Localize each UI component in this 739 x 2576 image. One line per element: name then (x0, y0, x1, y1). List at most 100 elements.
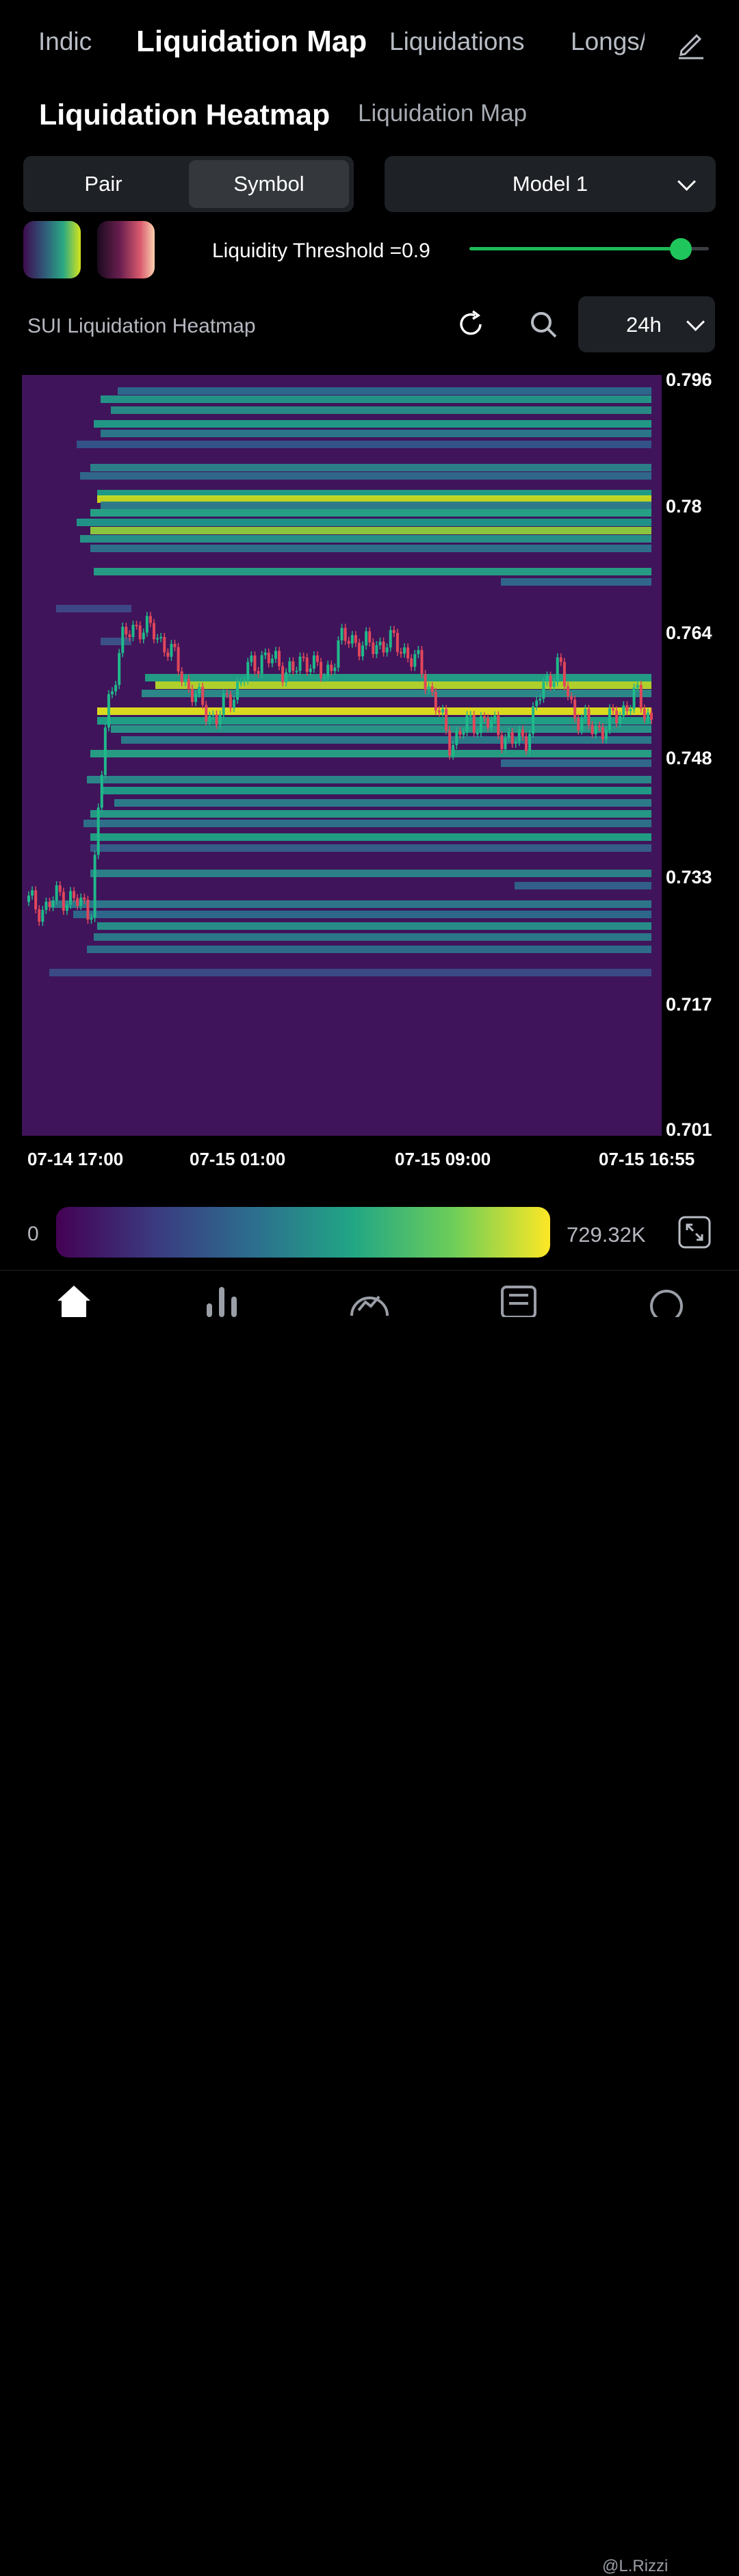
candle-body (201, 686, 205, 705)
candle-body (190, 688, 194, 703)
news-icon[interactable] (498, 1283, 539, 1317)
candle-body (90, 918, 93, 920)
bar-chart-icon[interactable] (201, 1283, 242, 1317)
candle-body (472, 715, 476, 733)
heatmap-band (77, 441, 651, 448)
candle-body (96, 807, 100, 855)
candle-body (427, 686, 430, 690)
candle-body (476, 733, 479, 735)
tab-longs-shorts[interactable]: Longs/ (571, 27, 645, 56)
refresh-icon[interactable] (454, 308, 487, 341)
candle-body (31, 890, 34, 896)
candle-body (243, 680, 246, 682)
candle-body (302, 656, 305, 658)
candle-body (556, 657, 559, 683)
candle-body (392, 629, 396, 633)
candle-body (549, 675, 552, 687)
candle-body (528, 733, 532, 751)
threshold-slider-handle[interactable] (670, 238, 692, 260)
heatmap-band (90, 750, 651, 757)
candle-body (86, 900, 90, 920)
candle-body (239, 681, 243, 684)
expand-icon[interactable] (677, 1215, 712, 1249)
candle-body (413, 654, 417, 667)
candle-body (257, 671, 260, 674)
candle-body (333, 667, 337, 671)
candle-body (497, 715, 500, 736)
palette-viridis-swatch[interactable] (23, 221, 81, 278)
liquidation-heatmap-chart[interactable] (22, 375, 662, 1136)
heatmap-band (97, 707, 651, 715)
candle-body (597, 725, 601, 727)
home-icon[interactable] (53, 1283, 94, 1317)
heatmap-band (90, 527, 651, 534)
candle-body (337, 640, 340, 668)
subtab-liquidation-map[interactable]: Liquidation Map (358, 100, 527, 127)
heatmap-band (101, 502, 651, 509)
candle-body (410, 658, 413, 667)
candle-body (434, 692, 437, 711)
tab-liquidations[interactable]: Liquidations (389, 27, 524, 56)
candle-body (58, 885, 62, 892)
candle-body (424, 674, 427, 690)
candle-body (65, 905, 68, 911)
candle-body (295, 671, 298, 673)
search-icon[interactable] (528, 309, 558, 339)
y-tick-label: 0.748 (666, 748, 712, 768)
profile-icon[interactable] (646, 1283, 687, 1317)
candle-body (479, 716, 482, 733)
candle-body (343, 627, 347, 641)
edit-icon[interactable] (675, 27, 708, 60)
candle-body (417, 650, 420, 655)
subtab-liquidation-heatmap[interactable]: Liquidation Heatmap (39, 99, 330, 132)
heatmap-band (114, 799, 651, 807)
candle-body (118, 653, 121, 686)
trend-icon[interactable] (349, 1283, 390, 1317)
candle-body (142, 632, 145, 640)
candle-body (604, 729, 608, 740)
heatmap-band (77, 519, 651, 526)
candle-body (211, 714, 215, 716)
candle-body (135, 625, 138, 627)
tab-liquidation-map[interactable]: Liquidation Map (136, 25, 367, 59)
chevron-down-icon (686, 313, 705, 331)
candle-body (253, 655, 257, 671)
candle-body (487, 718, 490, 728)
candle-body (278, 651, 281, 666)
heatmap-band (101, 787, 651, 794)
candle-body (368, 631, 372, 642)
pair-button[interactable]: Pair (27, 160, 179, 208)
palette-magma-swatch[interactable] (97, 221, 155, 278)
candle-body (76, 898, 79, 906)
candle-body (315, 655, 319, 662)
candle-body (288, 661, 291, 673)
model-select-value: Model 1 (512, 172, 588, 196)
candle-body (594, 725, 597, 734)
heatmap-band (101, 430, 651, 437)
candle-body (545, 675, 549, 682)
candle-body (639, 685, 643, 709)
y-tick-label: 0.717 (666, 994, 712, 1015)
heatmap-band (101, 638, 131, 645)
candle-body (375, 645, 378, 654)
time-range-select[interactable]: 24h (578, 296, 715, 352)
candle-body (41, 910, 44, 922)
candle-body (48, 901, 51, 907)
tab-indicators[interactable]: Indic (38, 27, 92, 56)
heatmap-band (118, 387, 651, 395)
symbol-button[interactable]: Symbol (189, 160, 349, 208)
heatmap-band (515, 882, 651, 889)
candle-body (298, 656, 302, 671)
candle-body (643, 708, 646, 719)
candle-body (500, 735, 504, 750)
model-select[interactable]: Model 1 (385, 156, 716, 212)
candle-body (625, 705, 629, 712)
candle-body (357, 642, 361, 657)
candle-body (263, 652, 267, 655)
candle-body (232, 699, 235, 708)
candle-body (156, 638, 159, 640)
candle-body (170, 644, 173, 657)
threshold-slider-fill (469, 247, 682, 250)
candle-body (121, 627, 125, 653)
candle-body (103, 727, 107, 775)
